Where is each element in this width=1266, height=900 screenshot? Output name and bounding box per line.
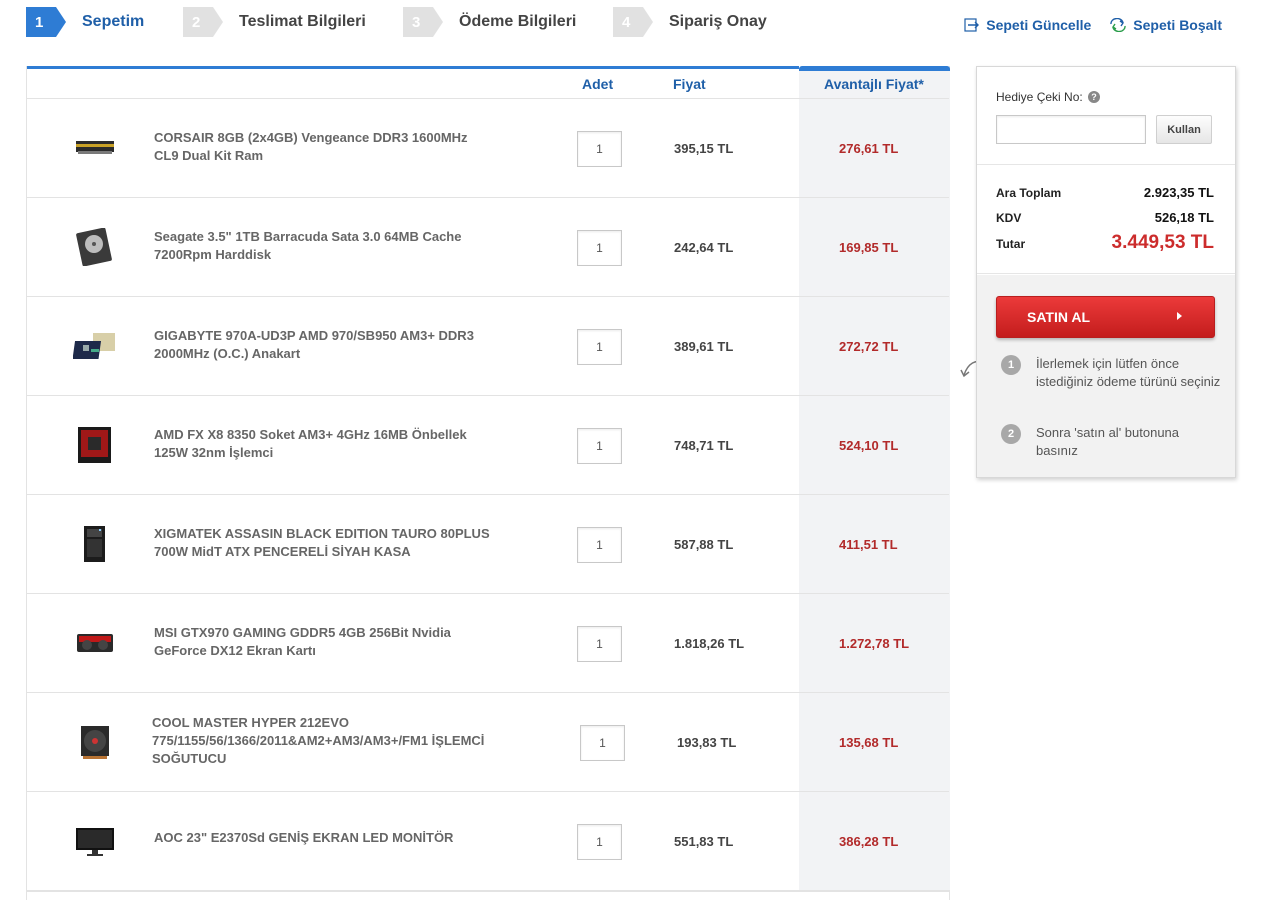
product-advantage-price: 524,10 TL: [839, 438, 899, 453]
product-advantage-price: 169,85 TL: [839, 240, 899, 255]
instruction-step: 1 İlerlemek için lütfen önce istediğiniz…: [1001, 355, 1221, 391]
product-price: 389,61 TL: [674, 339, 734, 354]
product-price: 748,71 TL: [674, 438, 734, 453]
instruction-step: 2 Sonra 'satın al' butonuna basınız: [1001, 424, 1221, 460]
product-name[interactable]: GIGABYTE 970A-UD3P AMD 970/SB950 AM3+ DD…: [154, 327, 494, 363]
purchase-section: SATIN AL 1 İlerlemek için lütfen önce is…: [977, 275, 1235, 477]
step-label: Ödeme Bilgileri: [459, 13, 577, 30]
total-label: Tutar: [996, 237, 1026, 251]
table-row: Seagate 3.5" 1TB Barracuda Sata 3.0 64MB…: [27, 198, 949, 297]
quantity-input[interactable]: [577, 527, 622, 563]
table-row: AOC 23" E2370Sd GENİŞ EKRAN LED MONİTÖR …: [27, 792, 949, 891]
step-label: Teslimat Bilgileri: [239, 13, 366, 30]
total-value: 3.449,53 TL: [1111, 232, 1214, 253]
step-number: 2: [183, 7, 223, 37]
buy-button[interactable]: SATIN AL: [996, 296, 1215, 338]
vat-row: KDV 526,18 TL: [996, 210, 1214, 225]
quantity-input[interactable]: [580, 725, 625, 761]
quantity-input[interactable]: [577, 131, 622, 167]
product-name[interactable]: MSI GTX970 GAMING GDDR5 4GB 256Bit Nvidi…: [154, 624, 494, 660]
header-price: Fiyat: [673, 76, 706, 92]
product-price: 587,88 TL: [674, 537, 734, 552]
product-name[interactable]: COOL MASTER HYPER 212EVO 775/1155/56/136…: [152, 714, 512, 768]
empty-cart-link[interactable]: Sepeti Boşalt: [1109, 17, 1222, 33]
subtotal-value: 2.923,35 TL: [1143, 185, 1214, 200]
step-label: Sepetim: [82, 13, 145, 30]
header-qty: Adet: [582, 76, 614, 92]
step-cart[interactable]: 1 Sepetim: [26, 6, 144, 38]
product-advantage-price: 1.272,78 TL: [839, 636, 910, 651]
order-totals: Ara Toplam 2.923,35 TL KDV 526,18 TL Tut…: [977, 165, 1235, 274]
cpu-cooler-image: [81, 726, 109, 759]
table-row: COOL MASTER HYPER 212EVO 775/1155/56/136…: [27, 693, 949, 792]
subtotal-row: Ara Toplam 2.923,35 TL: [996, 185, 1214, 200]
step-payment[interactable]: 3 Ödeme Bilgileri: [403, 6, 576, 38]
product-price: 1.818,26 TL: [674, 636, 745, 651]
product-name[interactable]: Seagate 3.5" 1TB Barracuda Sata 3.0 64MB…: [154, 228, 494, 264]
instruction-text: Sonra 'satın al' butonuna basınız: [1036, 425, 1180, 458]
gift-voucher-section: Hediye Çeki No: ? Kullan: [977, 67, 1235, 165]
step-number: 3: [403, 7, 443, 37]
product-price: 193,83 TL: [677, 735, 737, 750]
update-cart-link[interactable]: Sepeti Güncelle: [964, 17, 1091, 33]
ram-image: [76, 141, 114, 154]
update-cart-icon: [964, 18, 980, 32]
product-price: 551,83 TL: [674, 834, 734, 849]
product-advantage-price: 272,72 TL: [839, 339, 899, 354]
quantity-input[interactable]: [577, 824, 622, 860]
product-name[interactable]: CORSAIR 8GB (2x4GB) Vengeance DDR3 1600M…: [154, 129, 494, 165]
cpu-box-image: [78, 427, 111, 463]
gift-voucher-input[interactable]: [996, 115, 1146, 144]
table-row: CORSAIR 8GB (2x4GB) Vengeance DDR3 1600M…: [27, 99, 949, 198]
update-cart-label: Sepeti Güncelle: [986, 17, 1092, 33]
product-advantage-price: 411,51 TL: [839, 537, 898, 552]
instruction-number: 1: [1001, 355, 1021, 375]
table-row: MSI GTX970 GAMING GDDR5 4GB 256Bit Nvidi…: [27, 594, 949, 693]
gift-voucher-label: Hediye Çeki No:: [996, 90, 1083, 104]
product-advantage-price: 386,28 TL: [839, 834, 899, 849]
product-price: 395,15 TL: [674, 141, 734, 156]
cart-table: Adet Fiyat Avantajlı Fiyat* CORSAIR 8GB …: [26, 66, 950, 900]
vat-value: 526,18 TL: [1154, 210, 1214, 225]
motherboard-image: [73, 333, 115, 359]
table-row: XIGMATEK ASSASIN BLACK EDITION TAURO 80P…: [27, 495, 949, 594]
step-confirm[interactable]: 4 Sipariş Onay: [613, 6, 767, 38]
instruction-text: İlerlemek için lütfen önce istediğiniz ö…: [1036, 356, 1221, 389]
step-label: Sipariş Onay: [669, 13, 767, 30]
monitor-image: [76, 828, 114, 856]
buy-button-label: SATIN AL: [1027, 309, 1090, 325]
subtotal-label: Ara Toplam: [996, 186, 1062, 200]
play-arrow-icon: [1177, 312, 1182, 320]
quantity-input[interactable]: [577, 230, 622, 266]
table-header: Adet Fiyat Avantajlı Fiyat*: [27, 69, 949, 99]
table-row: AMD FX X8 8350 Soket AM3+ 4GHz 16MB Önbe…: [27, 396, 949, 495]
instruction-number: 2: [1001, 424, 1021, 444]
header-advantage-price: Avantajlı Fiyat*: [824, 76, 924, 92]
total-row: Tutar 3.449,53 TL: [996, 232, 1214, 254]
graphics-card-image: [77, 634, 113, 652]
empty-cart-label: Sepeti Boşalt: [1133, 17, 1222, 33]
harddisk-image: [76, 228, 112, 266]
product-name[interactable]: XIGMATEK ASSASIN BLACK EDITION TAURO 80P…: [154, 525, 494, 561]
step-number: 1: [26, 7, 66, 37]
cart-actions: Sepeti Güncelle Sepeti Boşalt: [964, 17, 1222, 33]
quantity-input[interactable]: [577, 428, 622, 464]
help-icon[interactable]: ?: [1088, 91, 1100, 103]
order-summary-panel: Hediye Çeki No: ? Kullan Ara Toplam 2.92…: [976, 66, 1236, 478]
product-price: 242,64 TL: [674, 240, 734, 255]
product-name[interactable]: AOC 23" E2370Sd GENİŞ EKRAN LED MONİTÖR: [154, 829, 494, 847]
vat-label: KDV: [996, 211, 1022, 225]
pc-case-image: [84, 526, 105, 562]
apply-voucher-button[interactable]: Kullan: [1156, 115, 1212, 144]
product-advantage-price: 276,61 TL: [839, 141, 899, 156]
quantity-input[interactable]: [577, 329, 622, 365]
step-number: 4: [613, 7, 653, 37]
step-delivery[interactable]: 2 Teslimat Bilgileri: [183, 6, 366, 38]
empty-cart-icon: [1110, 18, 1126, 32]
product-name[interactable]: AMD FX X8 8350 Soket AM3+ 4GHz 16MB Önbe…: [154, 426, 494, 462]
quantity-input[interactable]: [577, 626, 622, 662]
product-advantage-price: 135,68 TL: [839, 735, 899, 750]
table-row: GIGABYTE 970A-UD3P AMD 970/SB950 AM3+ DD…: [27, 297, 949, 396]
table-bottom-border: [27, 890, 949, 892]
